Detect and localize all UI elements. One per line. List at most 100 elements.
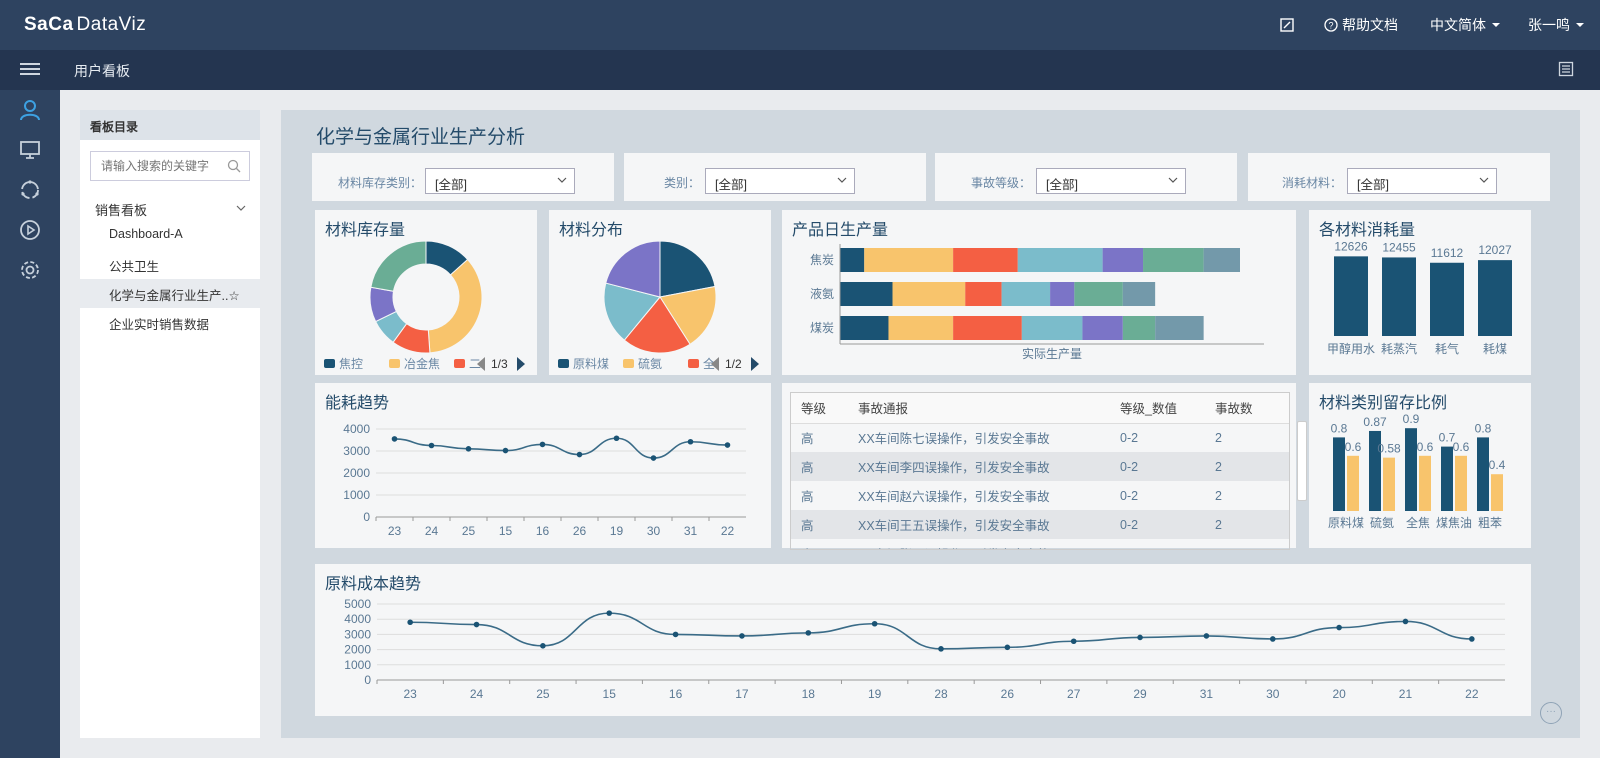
- x-tick-label: 15: [603, 687, 617, 701]
- bar: [1491, 474, 1503, 511]
- x-tick-label: 15: [499, 524, 513, 538]
- bar: [1383, 457, 1395, 511]
- data-point: [1336, 624, 1342, 631]
- card-consumption: 各材料消耗量 12626 甲醇用水 12455 耗蒸汽 11612 耗气 12027 耗煤: [1309, 210, 1531, 375]
- x-tick-label: 原料煤: [1328, 516, 1364, 530]
- cell: XX车间陈七误操作，引发安全事故: [858, 432, 1050, 447]
- layout-icon[interactable]: [1558, 61, 1574, 77]
- language-dropdown[interactable]: 中文简体: [1430, 0, 1501, 50]
- y-tick-label: 4000: [343, 422, 370, 436]
- catalog-header: 看板目录: [80, 110, 260, 140]
- legend-label: 硫氨: [638, 356, 662, 371]
- table-row[interactable]: 高XX车间张三误操作，引发安全事故0-22: [791, 539, 1289, 550]
- table-row[interactable]: 高 XX车间赵六误操作，引发安全事故 0-2 2: [791, 481, 1289, 510]
- logo-subtext: DataViz: [76, 14, 147, 35]
- table-row[interactable]: 高 XX车间王五误操作，引发安全事故 0-2 2: [791, 510, 1289, 539]
- catalog-group-sales[interactable]: 销售看板: [80, 195, 260, 221]
- stacked-bar-segment: [1021, 316, 1083, 340]
- stacked-bar-segment: [840, 282, 893, 306]
- catalog-item-dashboard-a[interactable]: Dashboard-A: [80, 221, 260, 250]
- refresh-cycle-icon[interactable]: [18, 178, 42, 202]
- more-options-button[interactable]: ···: [1540, 702, 1562, 724]
- filter-value: [全部]: [715, 178, 747, 192]
- dashboard-catalog: 看板目录 销售看板 Dashboard-A 公共卫生 化学与金属行业生产..☆ …: [80, 110, 260, 738]
- incident-table-wrap: 等级 事故通报 等级_数值 事故数 高 XX车间陈七误操作，引发安全事故 0-2 2 …: [790, 392, 1290, 550]
- filter-select[interactable]: [全部]: [705, 168, 855, 194]
- col-level[interactable]: 等级: [791, 393, 848, 424]
- help-docs-link[interactable]: ? 帮助文档: [1324, 0, 1398, 50]
- cell: 高: [791, 452, 848, 481]
- stacked-bar-segment: [1050, 282, 1075, 306]
- data-label: 0.6: [1345, 440, 1362, 454]
- x-tick-label: 19: [610, 524, 624, 538]
- filter-select[interactable]: [全部]: [1036, 168, 1186, 194]
- filter-label: 事故等级：: [971, 176, 1032, 190]
- table-row[interactable]: 高 XX车间李四误操作，引发安全事故 0-2 2: [791, 452, 1289, 481]
- data-label: 0.8: [1331, 421, 1348, 435]
- edit-button[interactable]: [1280, 0, 1294, 50]
- y-tick-label: 0: [364, 673, 371, 687]
- legend-swatch: [623, 359, 634, 368]
- x-tick-label: 31: [684, 524, 698, 538]
- filter-value: [全部]: [1357, 178, 1389, 192]
- user-menu[interactable]: 张一鸣: [1528, 0, 1585, 50]
- user-name: 张一鸣: [1528, 17, 1570, 33]
- pie-slice: [370, 240, 427, 292]
- app-logo[interactable]: SaCa DataViz: [24, 14, 146, 36]
- col-report[interactable]: 事故通报: [848, 393, 1110, 424]
- y-tick-label: 2000: [344, 643, 371, 657]
- x-tick-label: 31: [1200, 687, 1214, 701]
- col-level-value[interactable]: 等级_数值: [1110, 393, 1205, 424]
- stacked-bar-segment: [965, 282, 1002, 306]
- data-label: 0.4: [1489, 458, 1506, 472]
- stacked-bar-segment: [953, 248, 1018, 272]
- x-tick-label: 16: [536, 524, 550, 538]
- search-icon[interactable]: [227, 159, 241, 173]
- y-tick-label: 4000: [344, 612, 371, 626]
- cell: 高: [801, 490, 814, 504]
- edit-icon: [1280, 18, 1294, 32]
- data-point: [1269, 636, 1276, 642]
- data-point: [1203, 633, 1210, 639]
- bar: [1430, 262, 1464, 336]
- play-icon[interactable]: [18, 218, 42, 242]
- data-label: 12455: [1382, 240, 1416, 254]
- gear-icon[interactable]: [18, 258, 42, 282]
- cell: 2: [1205, 452, 1289, 481]
- catalog-item-public-health[interactable]: 公共卫生: [80, 250, 260, 279]
- cell: 0-2: [1110, 539, 1205, 550]
- dashboard-board: 化学与金属行业生产分析 材料库存类别： [全部] 类别： [全部] 事故等级： …: [281, 110, 1580, 738]
- hamburger-menu-icon[interactable]: [20, 60, 40, 80]
- stacked-bar-segment: [864, 248, 954, 272]
- cell: 高: [791, 539, 848, 549]
- table-row[interactable]: 高 XX车间陈七误操作，引发安全事故 0-2 2: [791, 423, 1289, 452]
- data-point: [606, 610, 613, 616]
- stacked-bar-segment: [1102, 248, 1144, 272]
- catalog-item-chem-metal[interactable]: 化学与金属行业生产..☆: [80, 279, 260, 308]
- filter-select[interactable]: [全部]: [425, 168, 575, 194]
- y-tick-label: 1000: [344, 658, 371, 672]
- incident-table: 等级 事故通报 等级_数值 事故数 高 XX车间陈七误操作，引发安全事故 0-2 2 …: [791, 393, 1289, 550]
- logo-text: SaCa: [24, 14, 74, 35]
- col-count[interactable]: 事故数: [1205, 393, 1289, 424]
- series-line: [394, 437, 728, 459]
- x-tick-label: 27: [1067, 687, 1081, 701]
- table-scrollbar[interactable]: [1297, 421, 1307, 501]
- card-title: 材料分布: [559, 222, 624, 239]
- cell: 2: [1215, 488, 1222, 503]
- filter-select[interactable]: [全部]: [1347, 168, 1497, 194]
- data-point: [613, 435, 620, 442]
- card-energy-trend: 能耗趋势 0 1000 2000 3000 4000 23 24 25 15 16 26 19 30 31…: [315, 383, 771, 548]
- user-icon[interactable]: [18, 98, 42, 122]
- monitor-icon[interactable]: [18, 138, 42, 162]
- search-input[interactable]: [91, 152, 221, 180]
- data-point: [724, 442, 731, 448]
- legend-swatch: [558, 359, 569, 368]
- x-axis-label: 实际生产量: [1022, 346, 1082, 361]
- catalog-item-sales-realtime[interactable]: 企业实时销售数据: [80, 308, 260, 337]
- x-tick-label: 22: [1465, 687, 1479, 701]
- data-label: 0.58: [1377, 442, 1401, 456]
- x-tick-label: 23: [388, 524, 402, 538]
- cell: 2: [1205, 510, 1289, 539]
- stacked-bar-segment: [1143, 248, 1204, 272]
